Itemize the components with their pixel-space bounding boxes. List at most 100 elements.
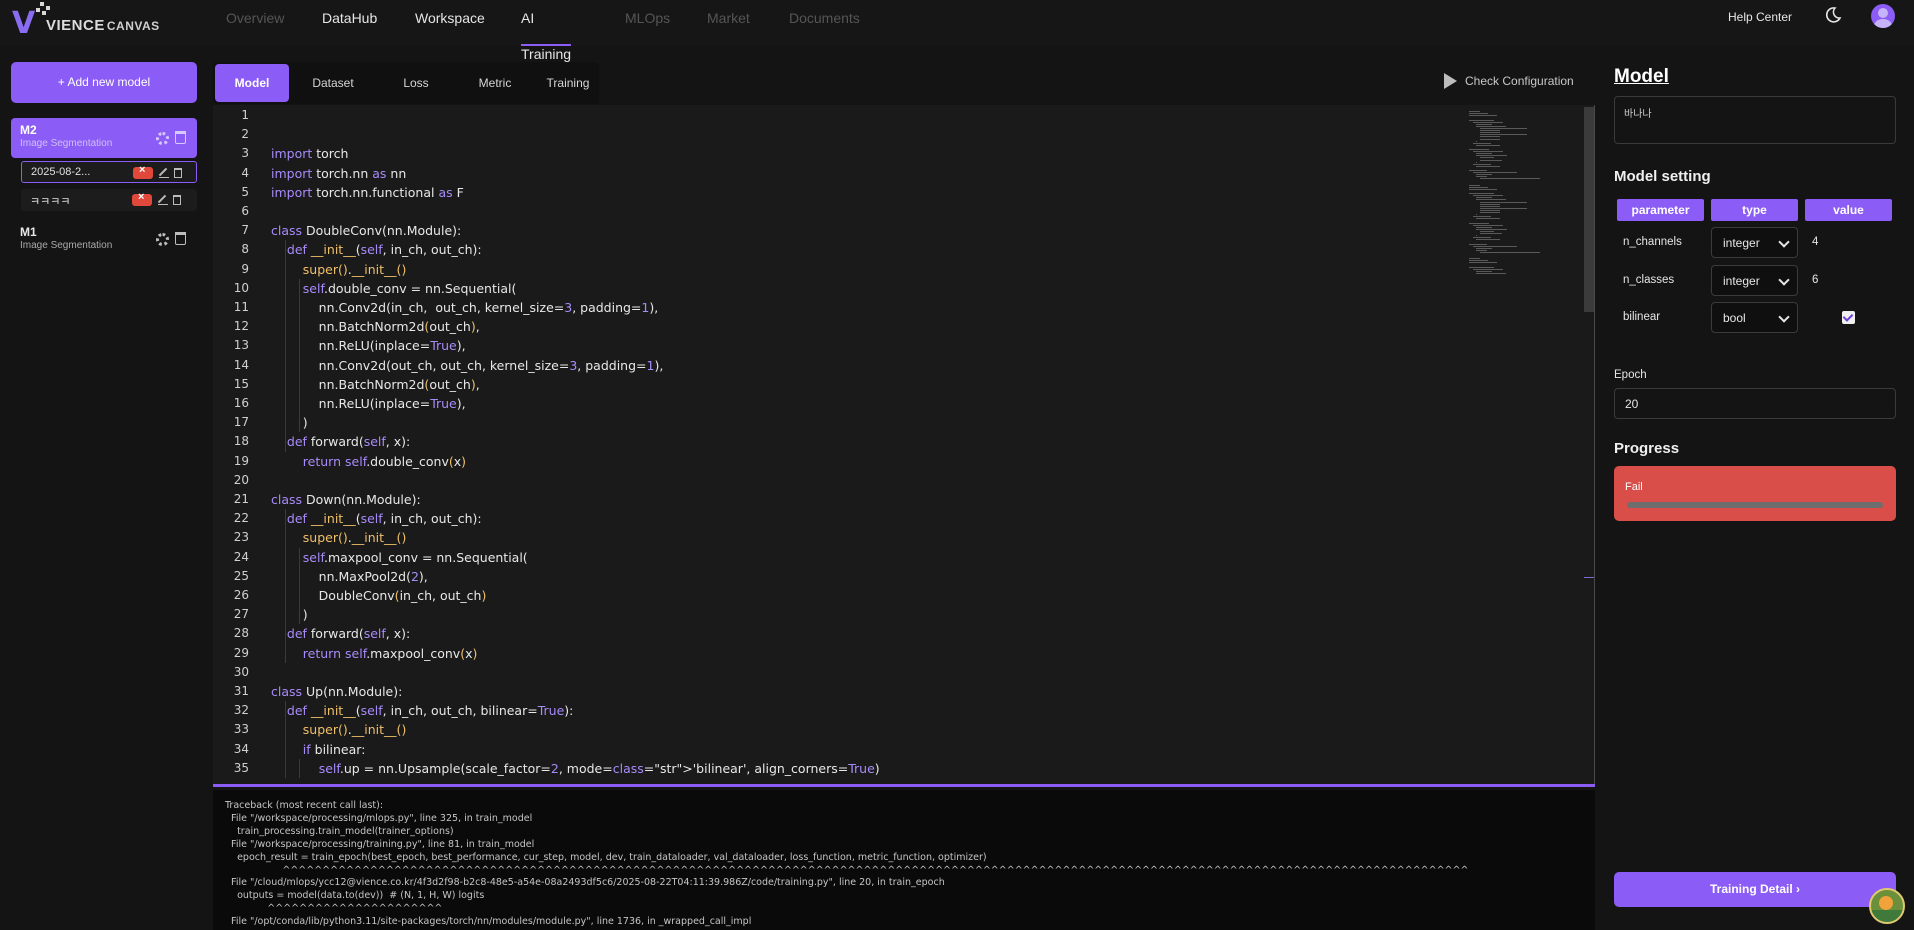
- epoch-input[interactable]: 20: [1614, 388, 1896, 419]
- minimap-line: [1472, 151, 1504, 153]
- minimap-line: [1476, 249, 1487, 251]
- tab-training[interactable]: Training: [531, 64, 605, 102]
- tab-loss[interactable]: Loss: [381, 64, 451, 102]
- vience-canvas-logo[interactable]: V VIENCE CANVAS: [8, 2, 168, 41]
- code-text: def __init__(self, in_ch, out_ch, biline…: [286, 703, 574, 719]
- param-type-select[interactable]: bool: [1711, 302, 1798, 333]
- nav-datahub[interactable]: DataHub: [322, 0, 377, 46]
- console-line: epoch_result = train_epoch(best_epoch, b…: [225, 851, 987, 863]
- bilinear-checkbox[interactable]: [1842, 311, 1855, 324]
- minimap-line: [1469, 170, 1487, 171]
- console-line: File "/cloud/mlops/ycc12@vience.co.kr/4f…: [225, 877, 945, 889]
- close-badge-icon[interactable]: [133, 164, 153, 179]
- trash-icon[interactable]: [174, 168, 182, 178]
- nav-workspace[interactable]: Workspace: [415, 0, 485, 46]
- model-item-m2[interactable]: M2 Image Segmentation: [11, 118, 197, 158]
- model-type: Image Segmentation: [20, 138, 113, 149]
- minimap-line: [1472, 163, 1492, 165]
- minimap-line: [1479, 201, 1527, 203]
- indent-guide: [285, 509, 286, 663]
- code-text: nn.MaxPool2d(2),: [271, 568, 428, 584]
- minimap-line: [1476, 270, 1493, 272]
- progress-bar: [1627, 502, 1883, 508]
- tab-metric[interactable]: Metric: [458, 64, 532, 102]
- minimap-line: [1476, 214, 1478, 216]
- param-name: n_channels: [1623, 236, 1682, 248]
- editor-scrollbar[interactable]: [1584, 107, 1594, 312]
- nav-overview[interactable]: Overview: [226, 0, 284, 46]
- close-badge-icon[interactable]: [132, 191, 152, 206]
- model-item-m1[interactable]: M1 Image Segmentation: [11, 220, 197, 260]
- code-text: import torch.nn.functional as F: [271, 184, 464, 200]
- minimap-line: [1469, 258, 1480, 260]
- minimap-line: [1472, 216, 1492, 218]
- model-description-field[interactable]: 바나나: [1614, 96, 1896, 144]
- code-text: DoubleConv(in_ch, out_ch): [271, 588, 487, 603]
- param-type-select[interactable]: integer: [1711, 265, 1798, 296]
- minimap-line: [1479, 209, 1501, 211]
- minimap-line: [1479, 130, 1501, 132]
- param-value[interactable]: 6: [1812, 274, 1818, 286]
- nav-mlops[interactable]: MLOps: [625, 0, 670, 46]
- trash-icon[interactable]: [173, 195, 181, 205]
- minimap-line: [1476, 153, 1493, 155]
- minimap-line: [1476, 165, 1501, 167]
- line-number: 26: [233, 588, 249, 602]
- minimap-line: [1479, 132, 1500, 134]
- param-name: n_classes: [1623, 274, 1675, 286]
- minimap-line: [1476, 125, 1506, 127]
- tab-model[interactable]: Model: [215, 64, 289, 102]
- panel-title: Model: [1614, 66, 1669, 87]
- line-number: 5: [241, 184, 249, 199]
- add-new-model-button[interactable]: + Add new model: [11, 62, 197, 103]
- param-type-select[interactable]: integer: [1711, 227, 1798, 258]
- user-avatar-icon[interactable]: [1871, 4, 1895, 28]
- gear-icon[interactable]: [156, 132, 169, 145]
- code-text: nn.Conv2d(out_ch, out_ch, kernel_size=3,…: [271, 357, 664, 373]
- gear-icon[interactable]: [156, 233, 169, 246]
- assistant-fab-icon[interactable]: [1869, 888, 1905, 924]
- line-number: 32: [233, 703, 249, 718]
- code-text: nn.ReLU(inplace=True),: [271, 338, 466, 354]
- moon-icon[interactable]: [1824, 6, 1842, 24]
- console-line: outputs = model(data.to(dev)) # (N, 1, H…: [225, 890, 485, 902]
- console-line: train_processing.train_model(trainer_opt…: [225, 825, 454, 837]
- minimap-line: [1469, 222, 1489, 224]
- code-editor[interactable]: 1 2 3 import torch 4 import torch.nn as nn 5 im…: [213, 105, 1595, 787]
- line-number: 22: [233, 511, 249, 526]
- indent-guide: [299, 758, 300, 778]
- code-text: self.up = nn.Upsample(scale_factor=2, mo…: [318, 760, 880, 776]
- version-label: 2025-08-2...: [31, 166, 91, 178]
- check-configuration-button[interactable]: Check Configuration: [1444, 74, 1574, 88]
- trash-icon[interactable]: [175, 131, 186, 144]
- code-minimap[interactable]: [1469, 107, 1589, 277]
- nav-ai-training[interactable]: AI Training: [521, 0, 572, 62]
- code-text: return self.maxpool_conv(x): [302, 645, 478, 661]
- console-line: File "/workspace/processing/mlops.py", l…: [225, 812, 533, 824]
- nav-documents[interactable]: Documents: [789, 0, 860, 46]
- line-number: 2: [241, 127, 249, 142]
- console-line: File "/opt/conda/lib/python3.11/site-pac…: [225, 916, 752, 928]
- minimap-line: [1469, 188, 1497, 190]
- minimap-line: [1479, 134, 1527, 136]
- help-center-link[interactable]: Help Center: [1728, 10, 1792, 24]
- edit-icon[interactable]: [159, 168, 169, 178]
- trash-icon[interactable]: [175, 232, 186, 245]
- code-text: nn.ReLU(inplace=True),: [271, 396, 466, 411]
- minimap-line: [1479, 178, 1540, 180]
- code-text: def __init__(self, in_ch, out_ch):: [286, 242, 482, 258]
- tab-dataset[interactable]: Dataset: [296, 64, 370, 102]
- param-value[interactable]: 4: [1812, 236, 1818, 248]
- code-text: class Up(nn.Module):: [271, 684, 403, 699]
- model-setting-title: Model setting: [1614, 168, 1711, 185]
- version-item[interactable]: ㅋㅋㅋㅋ: [21, 189, 197, 211]
- line-number: 6: [241, 204, 249, 218]
- minimap-line: [1476, 144, 1500, 146]
- nav-market[interactable]: Market: [707, 0, 750, 46]
- code-text: def __init__(self, in_ch, out_ch):: [286, 511, 482, 527]
- edit-icon[interactable]: [158, 195, 168, 205]
- code-text: def forward(self, x):: [286, 434, 411, 450]
- version-item[interactable]: 2025-08-2...: [21, 161, 197, 183]
- indent-guide: [299, 547, 300, 625]
- training-detail-button[interactable]: Training Detail ›: [1614, 872, 1896, 907]
